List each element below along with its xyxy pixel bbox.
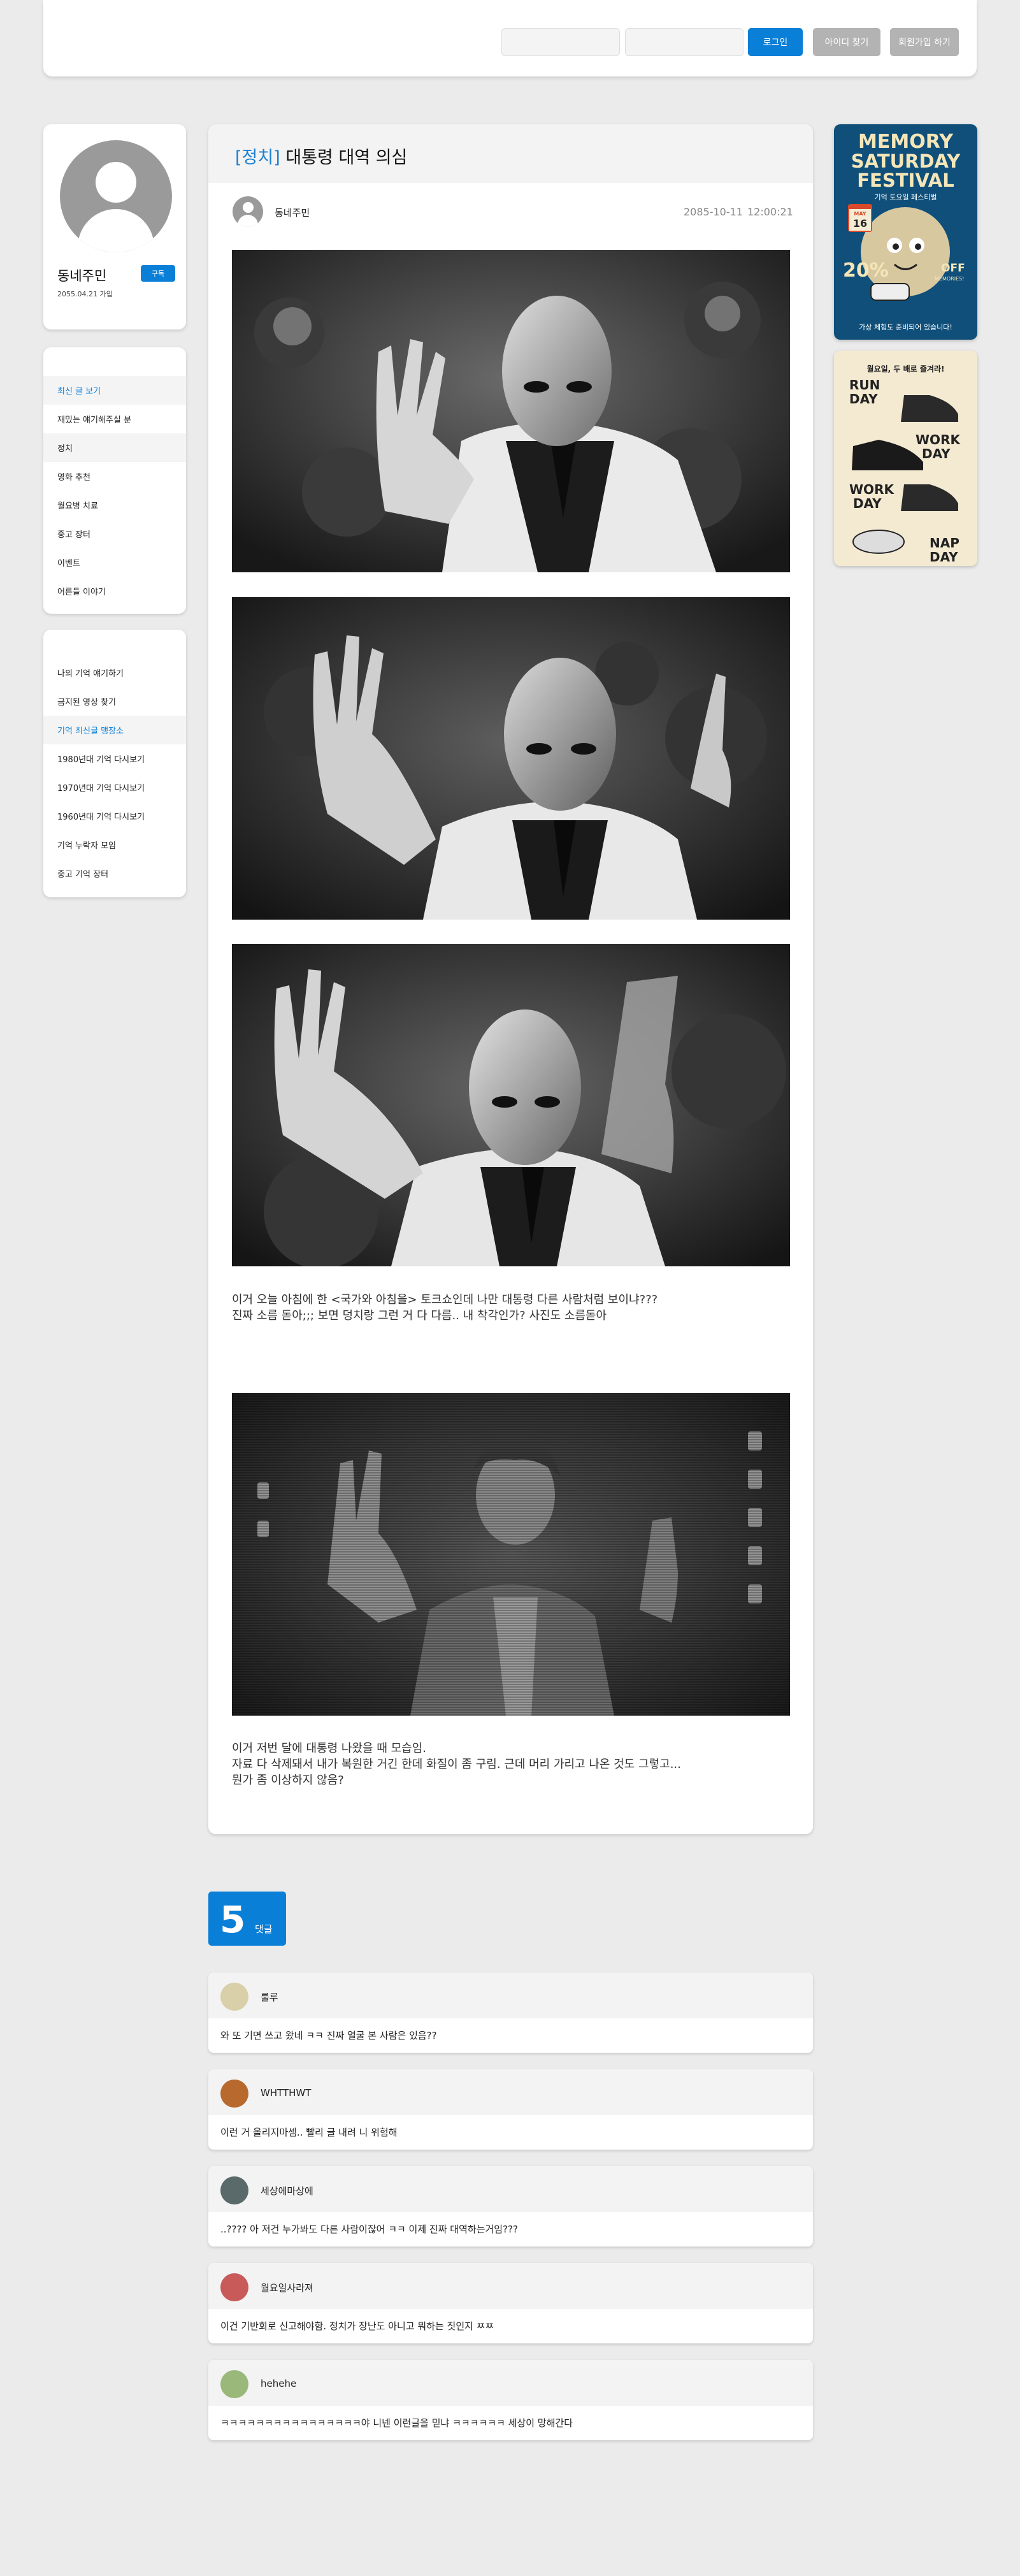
post-text-2-line-3: 뭔가 좀 이상하지 않음? [232,1774,344,1787]
ad1-footer: 가상 체험도 준비되어 있습니다! [859,323,952,331]
comment-count-label: 댓글 [255,1923,273,1935]
post-text-2-line-1: 이거 저번 달에 대통령 나왔을 때 모습임. [232,1742,427,1755]
post-text-2-line-2: 자료 다 삭제돼서 내가 복원한 거긴 한데 화질이 좀 구림. 근데 머리 가… [232,1758,681,1771]
menu-item-missing-memory[interactable]: 기억 누락자 모임 [43,830,186,859]
signup-button[interactable]: 회원가입 하기 [890,28,959,56]
post-text-1: 이거 오늘 아침에 한 <국가와 아침을> 토크쇼인데 나만 대통령 다른 사람… [232,1292,790,1324]
memory-menu: 나의 기억 얘기하기 금지된 영상 찾기 기억 최신글 맹장소 1980년대 기… [43,630,186,897]
ad1-off: OFF [941,262,965,275]
post-date: 2085-10-11 [684,206,743,218]
comment-text: ..???? 아 저건 누가봐도 다른 사람이잖어 ㅋㅋ 이제 진짜 대역하는거… [220,2224,518,2235]
ad2-work-day-2: DAY [853,496,882,511]
comment: 세상에마상에 ..???? 아 저건 누가봐도 다른 사람이잖어 ㅋㅋ 이제 진… [208,2166,813,2247]
ad1-title-1: MEMORY [858,131,953,153]
post-title: [정치] 대통령 대역 의심 [235,143,407,168]
menu-item-memory-market[interactable]: 중고 기억 장터 [43,859,186,888]
top-bar: 로그인 아이디 찾기 회원가입 하기 [43,0,977,76]
ad2-work-2: WORK [849,482,894,497]
commenter-name[interactable]: 월요일사라져 [261,2281,313,2294]
ad2-top-text: 월요일, 두 배로 즐겨라! [866,365,945,373]
profile-join-date: 2055.04.21 가입 [57,290,113,298]
ad1-badge-day: 16 [852,217,868,229]
commenter-name[interactable]: 룰루 [261,1990,278,2004]
comment-text: 이건 기반회로 신고해야함. 정치가 장난도 아니고 뭐하는 짓인지 ㅉㅉ [220,2320,494,2332]
post-text-1-line-2: 진짜 소름 돋아;;; 보면 덩치랑 그런 거 다 다름.. 내 착각인가? 사… [232,1309,607,1322]
board-menu: 최신 글 보기 재밌는 얘기해주실 분 정치 영화 추천 월요병 치료 중고 장… [43,347,186,614]
profile-card: 동네주민 2055.04.21 가입 구독 [43,124,186,329]
find-id-button[interactable]: 아이디 찾기 [813,28,880,56]
commenter-avatar[interactable] [220,2080,248,2108]
ad1-subtitle: 기억 토요일 페스티벌 [874,193,937,201]
menu-item-my-memory[interactable]: 나의 기억 얘기하기 [43,658,186,687]
menu-item-market[interactable]: 중고 장터 [43,519,186,548]
commenter-name[interactable]: 세상에마상에 [261,2184,313,2197]
ad1-discount: 20% [843,259,889,282]
menu-item-movies[interactable]: 영화 추천 [43,462,186,491]
menu-item-event[interactable]: 이벤트 [43,548,186,577]
ad2-work-day-1: DAY [922,446,951,461]
comment-text: 이런 거 올리지마셈.. 빨리 글 내려 니 위험해 [220,2127,398,2138]
comment: 월요일사라져 이건 기반회로 신고해야함. 정치가 장난도 아니고 뭐하는 짓인… [208,2263,813,2343]
menu-item-fun-stories[interactable]: 재밌는 얘기해주실 분 [43,405,186,433]
comment: WHTTHWT 이런 거 올리지마셈.. 빨리 글 내려 니 위험해 [208,2069,813,2150]
commenter-avatar[interactable] [220,2370,248,2398]
comment: 룰루 와 또 기면 쓰고 왔네 ㅋㅋ 진짜 얼굴 본 사람은 있음?? [208,1972,813,2053]
menu-item-adult[interactable]: 어른들 이야기 [43,577,186,605]
post-title-text: 대통령 대역 의심 [285,148,408,168]
commenter-avatar[interactable] [220,2273,248,2301]
post-photo-4 [232,1393,790,1716]
post-text-1-line-1: 이거 오늘 아침에 한 <국가와 아침을> 토크쇼인데 나만 대통령 다른 사람… [232,1293,658,1306]
ad2-run: RUN [849,377,880,393]
post-text-2: 이거 저번 달에 대통령 나왔을 때 모습임. 자료 다 삭제돼서 내가 복원한… [232,1740,790,1788]
post-photo-3 [232,944,790,1266]
menu-item-monday[interactable]: 월요병 치료 [43,491,186,519]
post-card: [정치] 대통령 대역 의심 동네주민 2085-10-11 12:00:21 [208,124,813,1834]
post-category[interactable]: [정치] [235,148,280,168]
commenter-name[interactable]: WHTTHWT [261,2087,311,2099]
ad1-memories: MEMORIES! [935,276,965,282]
commenter-avatar[interactable] [220,1983,248,2011]
id-input[interactable] [501,28,620,56]
ad2-work-1: WORK [916,432,960,447]
ad1-title-2: SATURDAY [851,150,961,172]
ad1-badge-month: MAY [854,211,866,217]
comment-text: 와 또 기면 쓰고 왔네 ㅋㅋ 진짜 얼굴 본 사람은 있음?? [220,2030,437,2041]
menu-item-1980s[interactable]: 1980년대 기억 다시보기 [43,744,186,773]
commenter-avatar[interactable] [220,2176,248,2204]
post-photo-2 [232,597,790,920]
menu-item-politics[interactable]: 정치 [43,433,186,462]
author-name[interactable]: 동네주민 [275,206,310,219]
password-input[interactable] [625,28,743,56]
login-button[interactable]: 로그인 [748,28,803,56]
author-avatar[interactable] [233,196,263,227]
ad-monday-shoes[interactable]: 월요일, 두 배로 즐겨라! RUN DAY WORK DAY WORK DAY… [834,351,977,566]
avatar [60,140,172,252]
ad1-title-3: FESTIVAL [857,170,954,191]
post-time: 12:00:21 [747,206,793,218]
menu-item-forbidden-videos[interactable]: 금지된 영상 찾기 [43,687,186,716]
comment-count: 5 [220,1898,246,1941]
comment: hehehe ㅋㅋㅋㅋㅋㅋㅋㅋㅋㅋㅋㅋㅋㅋㅋㅋ야 니넨 이런글을 믿냐 ㅋㅋㅋㅋ… [208,2360,813,2440]
ad2-nap: NAP [930,535,959,551]
menu-item-1960s[interactable]: 1960년대 기억 다시보기 [43,802,186,830]
comment-text: ㅋㅋㅋㅋㅋㅋㅋㅋㅋㅋㅋㅋㅋㅋㅋㅋ야 니넨 이런글을 믿냐 ㅋㅋㅋㅋㅋㅋ 세상이 … [220,2417,573,2429]
ad-memory-festival[interactable]: MEMORY SATURDAY FESTIVAL 기억 토요일 페스티벌 MAY… [834,124,977,340]
post-photo-1 [232,250,790,572]
ad2-run-day: DAY [849,391,878,407]
menu-item-memory-latest[interactable]: 기억 최신글 맹장소 [43,716,186,744]
commenter-name[interactable]: hehehe [261,2378,296,2389]
comment-count-badge: 5 댓글 [208,1892,286,1946]
profile-name: 동네주민 [57,268,107,284]
menu-item-latest[interactable]: 최신 글 보기 [43,376,186,405]
menu-item-1970s[interactable]: 1970년대 기억 다시보기 [43,773,186,802]
ad2-nap-day: DAY [930,549,958,565]
subscribe-button[interactable]: 구독 [141,265,175,282]
